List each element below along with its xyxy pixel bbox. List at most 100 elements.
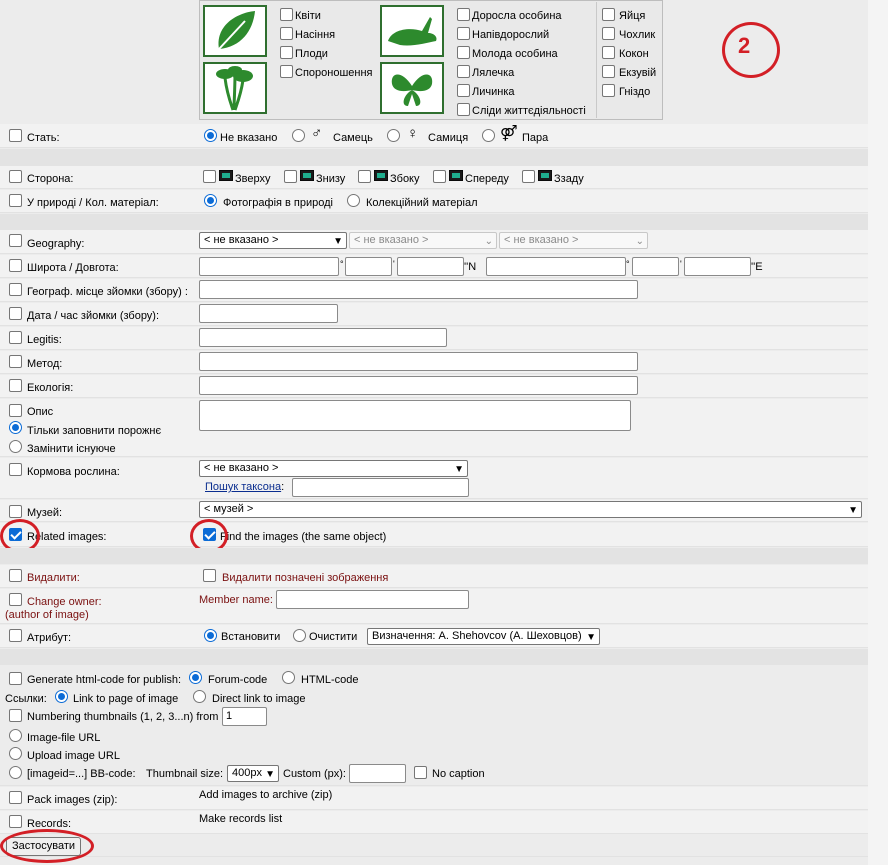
thumb-size-select[interactable]: 400px ▼ — [227, 765, 279, 782]
geography-select-district[interactable]: < не вказано > ⌄ — [499, 232, 648, 249]
nature-checkbox[interactable] — [9, 194, 22, 207]
mushroom-icon[interactable] — [203, 62, 267, 114]
place-checkbox[interactable] — [9, 283, 22, 296]
description-radio-fill-empty[interactable] — [9, 421, 22, 434]
geography-select-country[interactable]: < не вказано > ▼ — [199, 232, 347, 249]
taxon-search-input[interactable] — [292, 478, 469, 497]
museum-label: Музей: — [27, 507, 63, 519]
category-animal-checkbox[interactable] — [457, 65, 470, 78]
longitude-minutes-input[interactable] — [632, 257, 679, 276]
side-side-checkbox[interactable] — [358, 170, 371, 183]
link-direct-radio[interactable] — [193, 690, 206, 703]
category-animal-checkbox[interactable] — [457, 103, 470, 116]
publish-label: Generate html-code for publish: — [27, 674, 182, 686]
category-plant-checkbox[interactable] — [280, 46, 293, 59]
date-input[interactable] — [199, 304, 338, 323]
category-extra-label: Чохлик — [619, 29, 656, 41]
sex-radio-female[interactable] — [387, 129, 400, 142]
nature-radio-collection[interactable] — [347, 194, 360, 207]
side-bottom-checkbox[interactable] — [284, 170, 297, 183]
coords-checkbox[interactable] — [9, 259, 22, 272]
attribute-radio-clear[interactable] — [293, 629, 306, 642]
taxon-search-link[interactable]: Пошук таксона — [205, 481, 281, 493]
category-plant-checkbox[interactable] — [280, 27, 293, 40]
category-plant-checkbox[interactable] — [280, 65, 293, 78]
category-animal-checkbox[interactable] — [457, 8, 470, 21]
attribute-radio-set[interactable] — [204, 629, 217, 642]
publish-radio-forum[interactable] — [189, 671, 202, 684]
butterfly-icon[interactable] — [380, 62, 444, 114]
place-input[interactable] — [199, 280, 638, 299]
method-checkbox[interactable] — [9, 355, 22, 368]
change-owner-checkbox[interactable] — [9, 593, 22, 606]
bbcode-radio[interactable] — [9, 766, 22, 779]
side-back-checkbox[interactable] — [522, 170, 535, 183]
category-extra-checkbox[interactable] — [602, 65, 615, 78]
category-extra-label: Гніздо — [619, 86, 651, 98]
category-extra-checkbox[interactable] — [602, 8, 615, 21]
ecology-checkbox[interactable] — [9, 379, 22, 392]
ecology-input[interactable] — [199, 376, 638, 395]
latitude-seconds-input[interactable] — [397, 257, 464, 276]
method-input[interactable] — [199, 352, 638, 371]
side-top-checkbox[interactable] — [203, 170, 216, 183]
no-caption-checkbox[interactable] — [414, 766, 427, 779]
attribute-checkbox[interactable] — [9, 629, 22, 642]
sex-radio-male[interactable] — [292, 129, 305, 142]
link-direct-label: Direct link to image — [212, 693, 306, 705]
side-option-label: Спереду — [465, 173, 509, 185]
method-label: Метод: — [27, 358, 63, 370]
sex-option-label: Пара — [522, 132, 549, 144]
custom-size-input[interactable] — [349, 764, 406, 783]
food-plant-select[interactable]: < не вказано > ▼ — [199, 460, 468, 477]
leaf-icon[interactable] — [203, 5, 267, 57]
sex-checkbox[interactable] — [9, 129, 22, 142]
side-option-label: Збоку — [390, 173, 420, 185]
attribute-select[interactable]: Визначення: A. Shehovcov (А. Шеховцов) ▼ — [367, 628, 600, 645]
description-checkbox[interactable] — [9, 404, 22, 417]
legit-input[interactable] — [199, 328, 447, 347]
sex-radio-pair[interactable] — [482, 129, 495, 142]
category-animal-checkbox[interactable] — [457, 27, 470, 40]
latitude-degrees-input[interactable] — [199, 257, 339, 276]
description-textarea[interactable] — [199, 400, 631, 431]
image-file-url-radio[interactable] — [9, 729, 22, 742]
category-extra-checkbox[interactable] — [602, 27, 615, 40]
hare-icon[interactable] — [380, 5, 444, 57]
nature-option-label: Колекційний матеріал — [366, 197, 478, 209]
publish-radio-html[interactable] — [282, 671, 295, 684]
side-checkbox[interactable] — [9, 170, 22, 183]
delete-checkbox[interactable] — [9, 569, 22, 582]
category-extra-checkbox[interactable] — [602, 84, 615, 97]
date-checkbox[interactable] — [9, 307, 22, 320]
description-radio-replace[interactable] — [9, 440, 22, 453]
upload-url-radio[interactable] — [9, 747, 22, 760]
numbering-from-input[interactable]: 1 — [222, 707, 267, 726]
numbering-checkbox[interactable] — [9, 709, 22, 722]
delete-marked-checkbox[interactable] — [203, 569, 216, 582]
category-animal-checkbox[interactable] — [457, 84, 470, 97]
legit-checkbox[interactable] — [9, 331, 22, 344]
nature-radio-photo[interactable] — [204, 194, 217, 207]
sex-radio-none[interactable] — [204, 129, 217, 142]
change-owner-sublabel: (author of image) — [5, 609, 89, 621]
category-extra-checkbox[interactable] — [602, 46, 615, 59]
ecology-label: Екологія: — [27, 382, 74, 394]
museum-select[interactable]: < музей > ▼ — [199, 501, 862, 518]
category-animal-checkbox[interactable] — [457, 46, 470, 59]
publish-checkbox[interactable] — [9, 672, 22, 685]
category-plant-checkbox[interactable] — [280, 8, 293, 21]
museum-checkbox[interactable] — [9, 505, 22, 518]
food-plant-checkbox[interactable] — [9, 463, 22, 476]
coords-label: Широта / Довгота: — [27, 262, 119, 274]
geography-select-region[interactable]: < не вказано > ⌄ — [349, 232, 497, 249]
member-name-input[interactable] — [276, 590, 469, 609]
pack-checkbox[interactable] — [9, 791, 22, 804]
longitude-seconds-input[interactable] — [684, 257, 751, 276]
records-checkbox[interactable] — [9, 815, 22, 828]
link-page-radio[interactable] — [55, 690, 68, 703]
longitude-degrees-input[interactable] — [486, 257, 626, 276]
latitude-minutes-input[interactable] — [345, 257, 392, 276]
geography-checkbox[interactable] — [9, 234, 22, 247]
side-front-checkbox[interactable] — [433, 170, 446, 183]
